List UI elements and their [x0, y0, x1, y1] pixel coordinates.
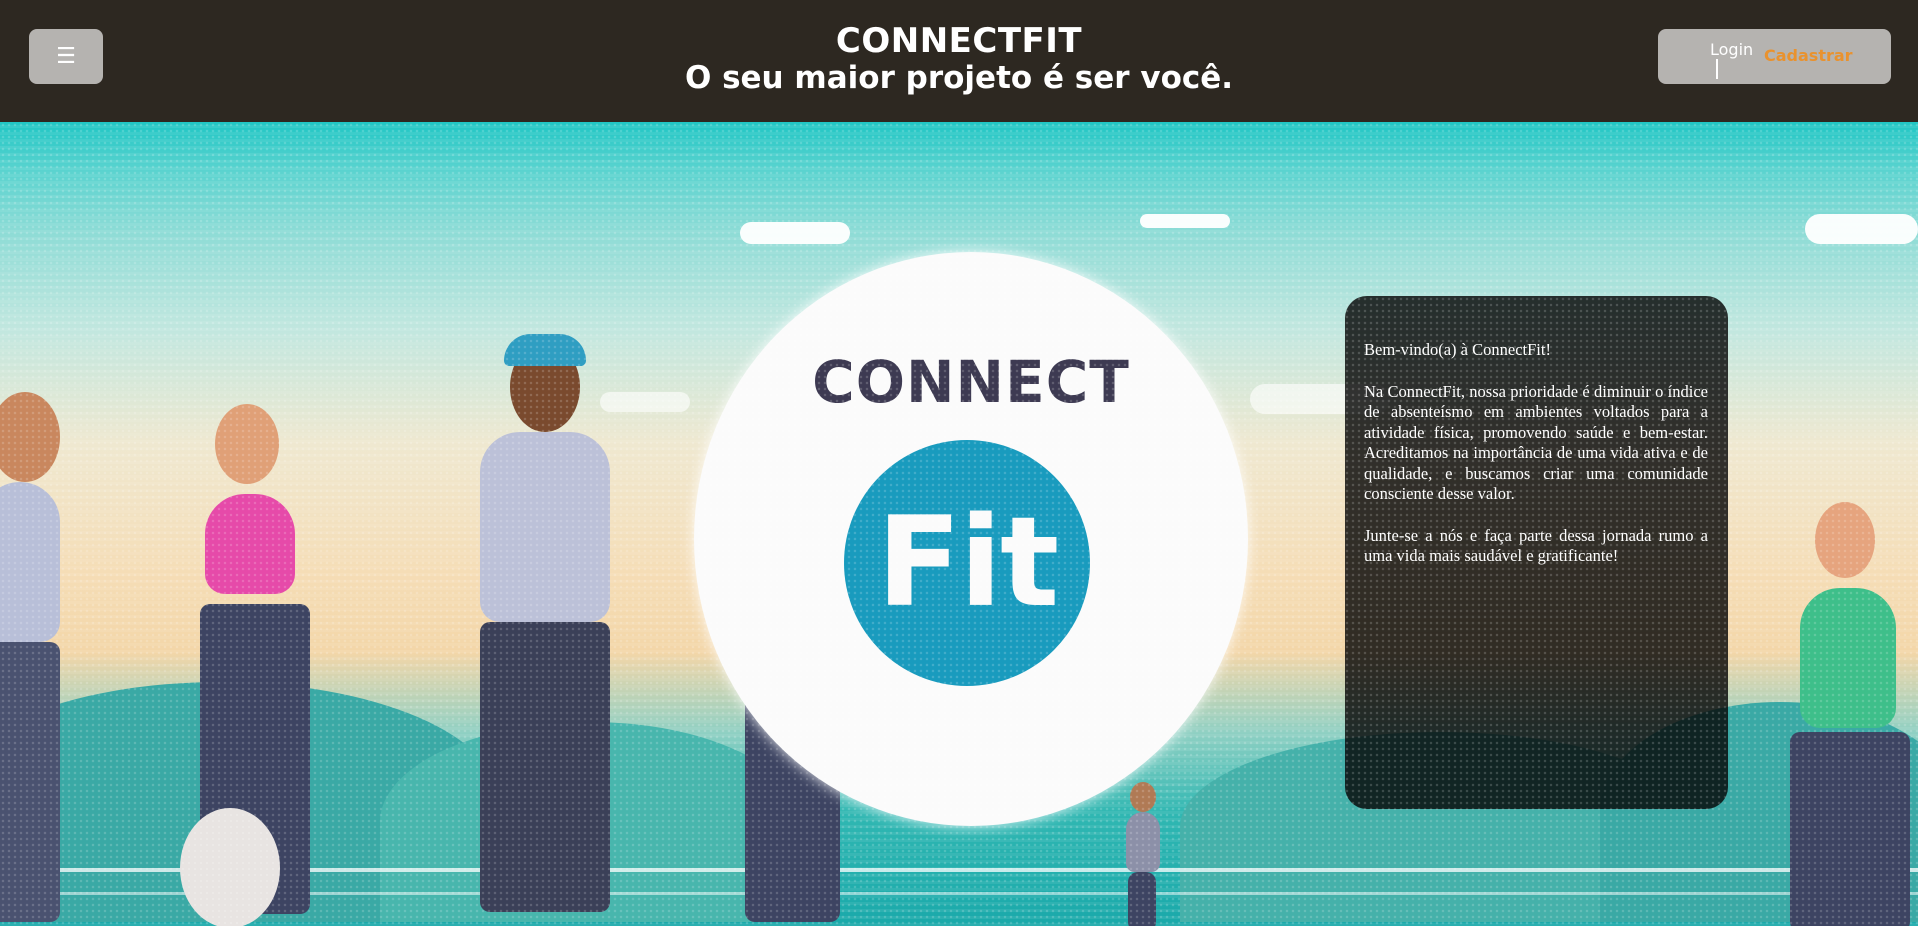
top-header: ☰ CONNECTFIT O seu maior projeto é ser v…	[0, 0, 1918, 122]
welcome-greeting: Bem-vindo(a) à ConnectFit!	[1364, 340, 1551, 359]
signup-link[interactable]: Cadastrar	[1764, 46, 1853, 65]
text-cursor	[1716, 59, 1718, 79]
shore-line	[0, 868, 1918, 872]
hero-banner: CONNECT Fit Bem-vindo(a) à ConnectFit! N…	[0, 122, 1918, 926]
cloud-shape	[1250, 384, 1390, 414]
cloud-shape	[1805, 214, 1918, 244]
hill-shape	[0, 682, 500, 922]
runner-figure	[170, 808, 290, 926]
cloud-shape	[740, 222, 850, 244]
hill-shape	[1600, 702, 1918, 922]
shore-line	[0, 892, 1918, 895]
auth-buttons: Login Cadastrar	[1658, 29, 1891, 84]
logo-fit-badge: Fit	[844, 440, 1090, 686]
runner-figure	[450, 334, 650, 922]
runner-figure	[720, 512, 860, 922]
logo-fit-text: Fit	[876, 491, 1059, 635]
site-tagline: O seu maior projeto é ser você.	[684, 60, 1234, 96]
hill-shape	[1180, 732, 1700, 922]
hill-shape	[380, 722, 800, 922]
cloud-shape	[600, 392, 690, 412]
cloud-shape	[1140, 214, 1230, 228]
welcome-paragraph-mission: Na ConnectFit, nossa prioridade é diminu…	[1364, 381, 1708, 504]
site-title: CONNECTFIT	[835, 21, 1083, 61]
runner-figure	[170, 404, 340, 924]
welcome-paragraph-invite: Junte-se a nós e faça parte dessa jornad…	[1364, 525, 1708, 566]
runner-figure	[1122, 782, 1162, 926]
welcome-card: Bem-vindo(a) à ConnectFit! Na ConnectFit…	[1345, 296, 1728, 809]
login-link[interactable]: Login	[1710, 40, 1753, 59]
logo-wordmark: CONNECT	[812, 348, 1130, 416]
runner-figure	[1760, 502, 1918, 926]
brand-block: CONNECTFIT O seu maior projeto é ser voc…	[0, 22, 1918, 96]
runner-figure	[0, 392, 90, 926]
connectfit-logo: CONNECT Fit	[694, 252, 1248, 826]
